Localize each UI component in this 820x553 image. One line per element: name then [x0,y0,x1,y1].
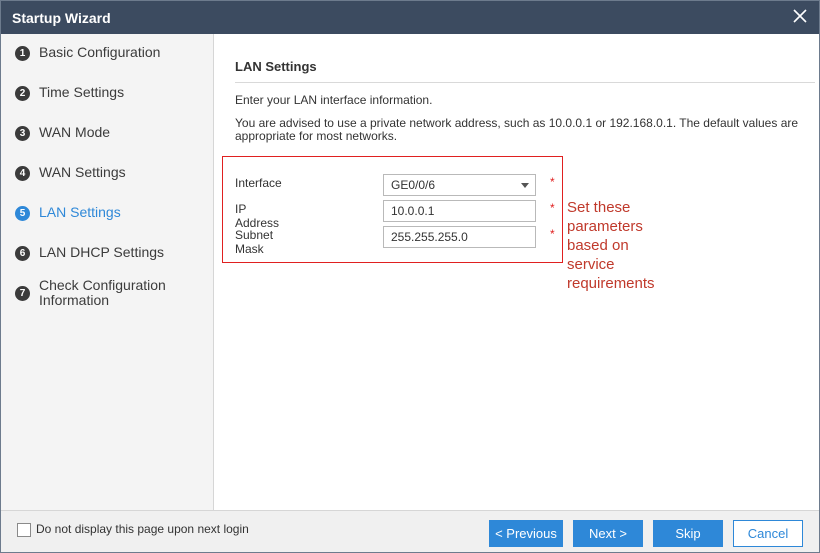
step-number-badge: 6 [15,246,30,261]
step-label: WAN Mode [39,124,111,140]
step-number-badge: 5 [15,206,30,221]
chevron-down-icon [521,183,529,188]
step-label: Basic Configuration [39,44,161,60]
dont-show-again-label: Do not display this page upon next login [36,522,249,536]
step-label: Check Configuration Information [39,277,166,308]
dialog-title: Startup Wizard [12,10,111,26]
previous-button[interactable]: < Previous [489,520,563,547]
step-basic-configuration[interactable]: 1 Basic Configuration [15,45,160,61]
required-mark: * [550,227,555,241]
step-label: WAN Settings [39,164,126,180]
step-label: Time Settings [39,84,125,100]
interface-select[interactable]: GE0/0/6 [383,174,536,196]
step-wan-settings[interactable]: 4 WAN Settings [15,165,126,181]
title-bar: Startup Wizard [1,1,819,34]
dialog-footer: Do not display this page upon next login… [1,510,819,552]
dont-show-again-checkbox[interactable] [17,523,31,537]
required-mark: * [550,175,555,189]
main-content: LAN Settings Enter your LAN interface in… [215,34,819,510]
close-icon[interactable] [791,6,809,26]
cancel-button[interactable]: Cancel [733,520,803,547]
subnet-mask-input[interactable] [383,226,536,248]
lan-form-highlight: Interface GE0/0/6 * IP Address * Subnet … [222,156,563,263]
startup-wizard-dialog: Startup Wizard 1 Basic Configuration 2 T… [0,0,820,553]
interface-label: Interface [235,176,282,190]
step-lan-settings[interactable]: 5 LAN Settings [15,205,121,221]
step-lan-dhcp-settings[interactable]: 6 LAN DHCP Settings [15,245,164,261]
intro-text: Enter your LAN interface information. [235,93,433,107]
interface-select-value: GE0/0/6 [391,178,436,192]
wizard-steps-sidebar: 1 Basic Configuration 2 Time Settings 3 … [1,34,214,510]
ip-address-label: IP Address [235,202,280,230]
step-number-badge: 1 [15,46,30,61]
section-divider [235,82,815,83]
next-button[interactable]: Next > [573,520,643,547]
step-time-settings[interactable]: 2 Time Settings [15,85,124,101]
skip-button[interactable]: Skip [653,520,723,547]
step-label: LAN DHCP Settings [39,244,165,260]
step-check-configuration[interactable]: 7 Check Configuration Information [15,278,189,308]
ip-address-input[interactable] [383,200,536,222]
step-label: LAN Settings [39,204,121,220]
required-mark: * [550,201,555,215]
step-number-badge: 3 [15,126,30,141]
step-number-badge: 4 [15,166,30,181]
section-title: LAN Settings [235,59,317,74]
step-wan-mode[interactable]: 3 WAN Mode [15,125,110,141]
subnet-mask-label: Subnet Mask [235,228,274,256]
step-number-badge: 7 [15,286,30,301]
callout-note: Set these parameters based on service re… [567,199,655,292]
step-number-badge: 2 [15,86,30,101]
advice-text: You are advised to use a private network… [235,116,799,143]
